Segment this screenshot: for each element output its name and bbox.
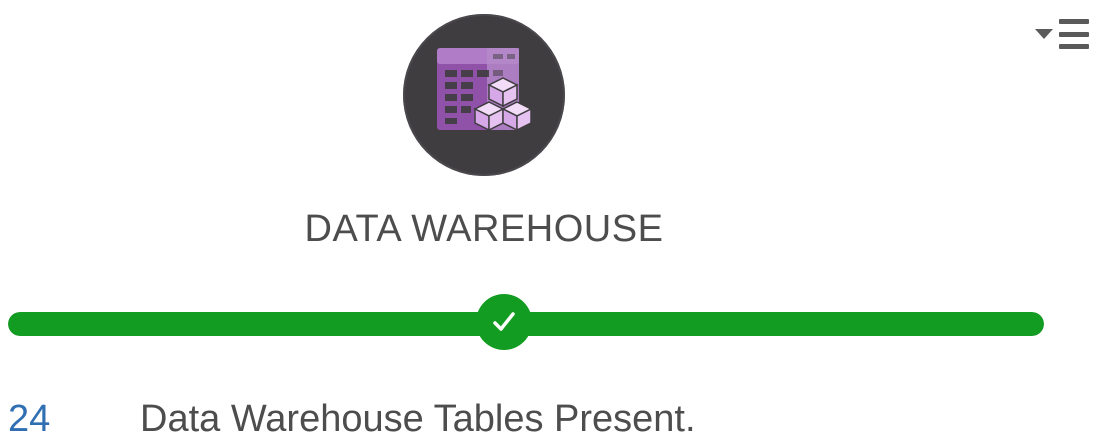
tables-count-link[interactable]: 24 [8, 398, 50, 441]
checkmark-icon [476, 294, 532, 350]
caret-down-icon [1035, 29, 1053, 39]
tables-description: Data Warehouse Tables Present. [140, 398, 696, 440]
card-title: DATA WAREHOUSE [304, 208, 664, 250]
hamburger-menu-icon [1059, 19, 1089, 49]
menu-toggle-button[interactable] [1023, 14, 1089, 54]
data-warehouse-icon [403, 14, 565, 176]
